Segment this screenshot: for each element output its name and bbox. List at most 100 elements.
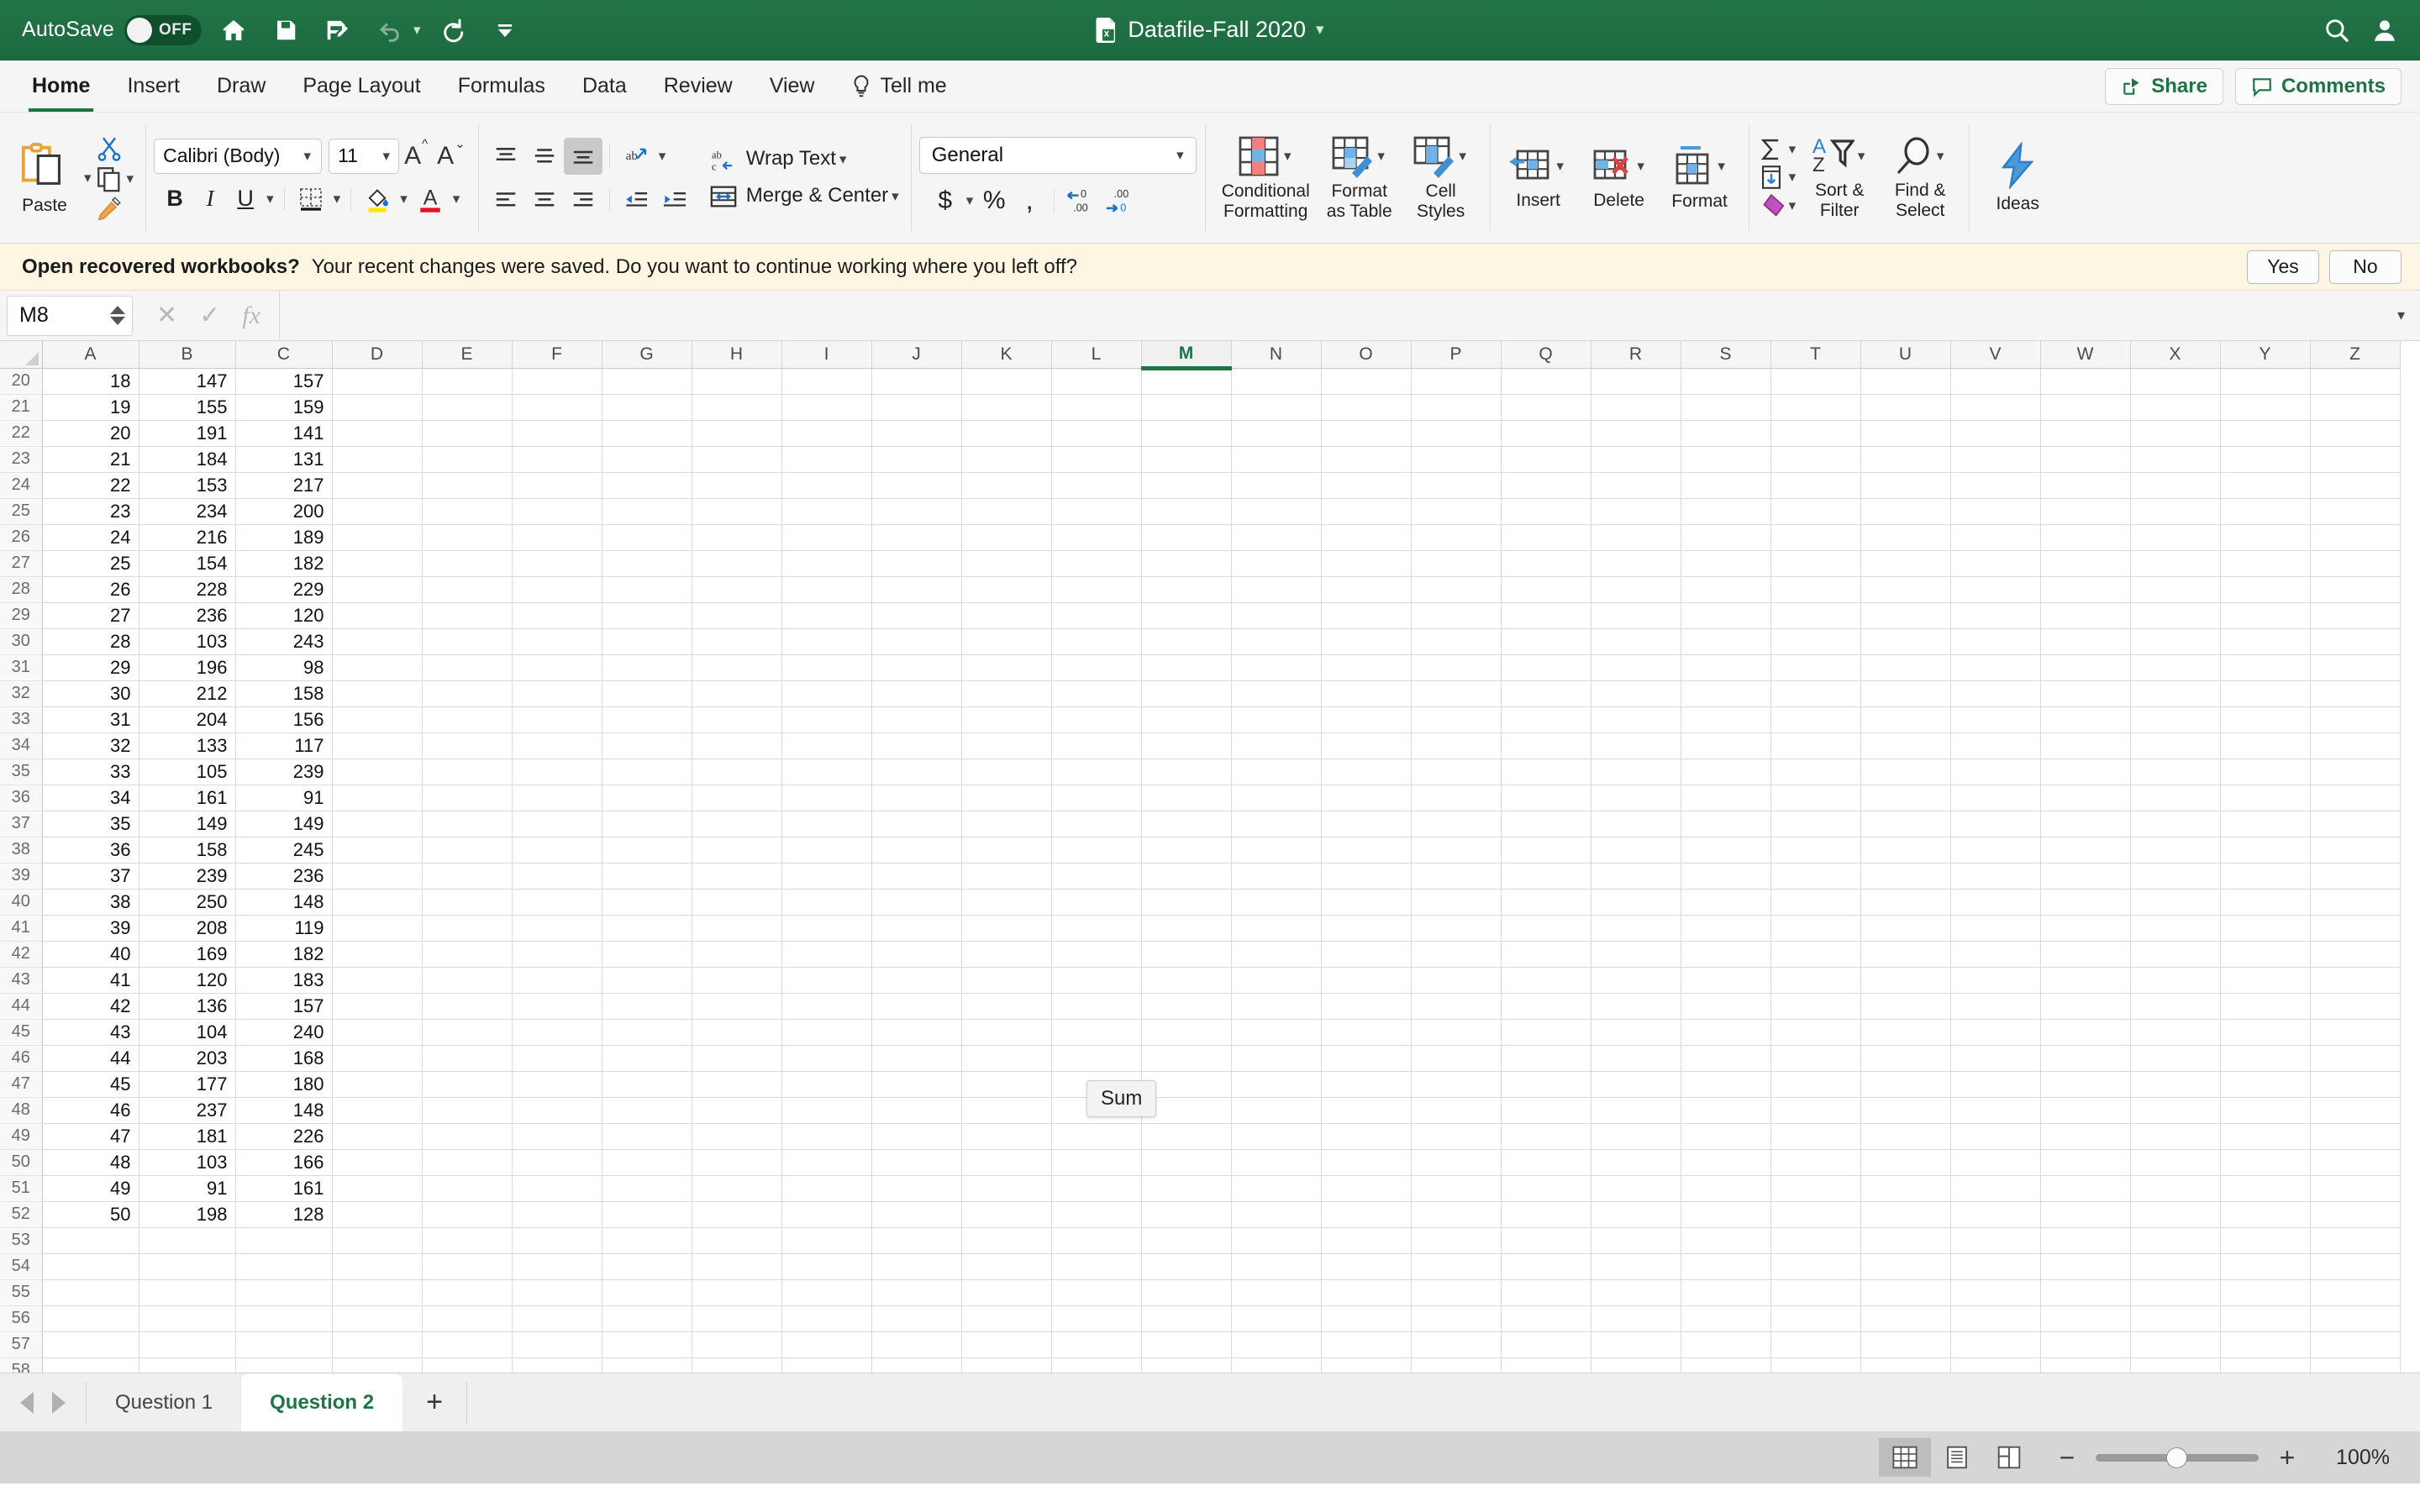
cell-F21[interactable] (512, 394, 602, 421)
cell-U22[interactable] (1860, 420, 1951, 447)
cell-M34[interactable] (1141, 732, 1232, 759)
cell-B50[interactable]: 103 (139, 1149, 236, 1176)
cell-J23[interactable] (871, 446, 962, 473)
cell-T29[interactable] (1770, 602, 1861, 629)
cell-F28[interactable] (512, 576, 602, 603)
cell-I38[interactable] (781, 837, 872, 864)
cell-O24[interactable] (1321, 472, 1412, 499)
cell-M44[interactable] (1141, 993, 1232, 1020)
cell-R56[interactable] (1591, 1305, 1681, 1332)
cell-S45[interactable] (1681, 1019, 1771, 1046)
chevron-down-icon[interactable]: ▾ (892, 188, 899, 205)
cell-X49[interactable] (2130, 1123, 2221, 1150)
cell-Q51[interactable] (1501, 1175, 1591, 1202)
cell-K25[interactable] (961, 498, 1052, 525)
cell-U20[interactable] (1860, 368, 1951, 395)
cell-W48[interactable] (2040, 1097, 2131, 1124)
cell-V44[interactable] (1950, 993, 2041, 1020)
cell-P46[interactable] (1411, 1045, 1502, 1072)
chevron-down-icon[interactable]: ▾ (1637, 158, 1644, 175)
cell-Z42[interactable] (2310, 941, 2401, 968)
cell-W30[interactable] (2040, 628, 2131, 655)
cell-F24[interactable] (512, 472, 602, 499)
cell-P54[interactable] (1411, 1253, 1502, 1280)
cell-J34[interactable] (871, 732, 962, 759)
cell-Q34[interactable] (1501, 732, 1591, 759)
sheet-next-icon[interactable] (52, 1391, 66, 1414)
cell-L37[interactable] (1051, 811, 1142, 837)
cell-R31[interactable] (1591, 654, 1681, 681)
cell-R58[interactable] (1591, 1357, 1681, 1373)
cell-S21[interactable] (1681, 394, 1771, 421)
cell-P25[interactable] (1411, 498, 1502, 525)
cell-W57[interactable] (2040, 1331, 2131, 1358)
column-header-g[interactable]: G (602, 341, 692, 369)
cell-E24[interactable] (422, 472, 513, 499)
format-painter-button[interactable] (95, 195, 138, 222)
cell-V21[interactable] (1950, 394, 2041, 421)
cell-Y38[interactable] (2220, 837, 2311, 864)
cell-W25[interactable] (2040, 498, 2131, 525)
cell-U46[interactable] (1860, 1045, 1951, 1072)
cell-J27[interactable] (871, 550, 962, 577)
cell-P42[interactable] (1411, 941, 1502, 968)
cell-X44[interactable] (2130, 993, 2221, 1020)
cell-X41[interactable] (2130, 915, 2221, 942)
cell-U48[interactable] (1860, 1097, 1951, 1124)
cell-T41[interactable] (1770, 915, 1861, 942)
cell-T48[interactable] (1770, 1097, 1861, 1124)
cell-D40[interactable] (332, 889, 423, 916)
cell-I40[interactable] (781, 889, 872, 916)
cell-M46[interactable] (1141, 1045, 1232, 1072)
cell-E31[interactable] (422, 654, 513, 681)
cell-Q39[interactable] (1501, 863, 1591, 890)
cell-V47[interactable] (1950, 1071, 2041, 1098)
cell-E32[interactable] (422, 680, 513, 707)
cell-R25[interactable] (1591, 498, 1681, 525)
cell-B40[interactable]: 250 (139, 889, 236, 916)
cell-Q46[interactable] (1501, 1045, 1591, 1072)
cell-Q26[interactable] (1501, 524, 1591, 551)
cell-D44[interactable] (332, 993, 423, 1020)
row-header-24[interactable]: 24 (0, 472, 43, 499)
cell-O32[interactable] (1321, 680, 1412, 707)
cell-X53[interactable] (2130, 1227, 2221, 1254)
cell-E41[interactable] (422, 915, 513, 942)
column-header-h[interactable]: H (692, 341, 782, 369)
cell-C29[interactable]: 120 (235, 602, 333, 629)
cell-X24[interactable] (2130, 472, 2221, 499)
cell-Z44[interactable] (2310, 993, 2401, 1020)
cell-G54[interactable] (602, 1253, 692, 1280)
cell-Q50[interactable] (1501, 1149, 1591, 1176)
cell-K50[interactable] (961, 1149, 1052, 1176)
cell-D29[interactable] (332, 602, 423, 629)
cell-E28[interactable] (422, 576, 513, 603)
cell-W22[interactable] (2040, 420, 2131, 447)
cell-X54[interactable] (2130, 1253, 2221, 1280)
cell-Z29[interactable] (2310, 602, 2401, 629)
align-right-button[interactable] (564, 181, 602, 218)
cell-R52[interactable] (1591, 1201, 1681, 1228)
cell-E48[interactable] (422, 1097, 513, 1124)
cell-K41[interactable] (961, 915, 1052, 942)
cell-B33[interactable]: 204 (139, 706, 236, 733)
cell-L22[interactable] (1051, 420, 1142, 447)
cell-I35[interactable] (781, 759, 872, 785)
cell-M31[interactable] (1141, 654, 1232, 681)
cell-Z52[interactable] (2310, 1201, 2401, 1228)
cell-R30[interactable] (1591, 628, 1681, 655)
cell-P37[interactable] (1411, 811, 1502, 837)
cell-L42[interactable] (1051, 941, 1142, 968)
cell-P57[interactable] (1411, 1331, 1502, 1358)
cell-J38[interactable] (871, 837, 962, 864)
cell-S46[interactable] (1681, 1045, 1771, 1072)
cell-E47[interactable] (422, 1071, 513, 1098)
cell-K21[interactable] (961, 394, 1052, 421)
cell-H54[interactable] (692, 1253, 782, 1280)
cell-V39[interactable] (1950, 863, 2041, 890)
cell-M27[interactable] (1141, 550, 1232, 577)
cell-M37[interactable] (1141, 811, 1232, 837)
cell-B27[interactable]: 154 (139, 550, 236, 577)
cell-T42[interactable] (1770, 941, 1861, 968)
cell-E21[interactable] (422, 394, 513, 421)
